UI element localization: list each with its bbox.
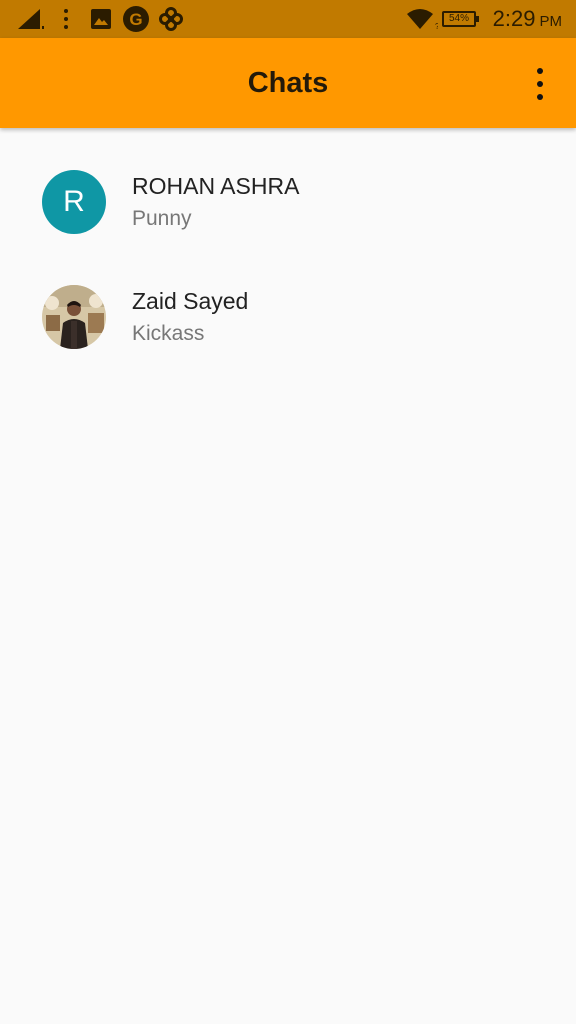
status-bar: G ? 54% 2:29 PM bbox=[0, 0, 576, 38]
battery-level: 54% bbox=[448, 13, 469, 24]
chat-name: Zaid Sayed bbox=[132, 288, 249, 314]
more-vert-icon bbox=[62, 0, 70, 38]
wifi-icon: ? bbox=[406, 0, 438, 38]
overflow-menu-icon[interactable] bbox=[530, 68, 550, 100]
chat-list: R ROHAN ASHRA Punny Zaid Sayed Kickass bbox=[0, 128, 576, 358]
avatar-photo bbox=[42, 285, 106, 349]
avatar[interactable] bbox=[42, 285, 106, 349]
overflow-dot bbox=[537, 94, 543, 100]
chat-subtitle: Kickass bbox=[132, 322, 205, 345]
google-icon: G bbox=[122, 0, 150, 38]
chat-item-zaid-sayed[interactable]: Zaid Sayed Kickass bbox=[0, 243, 576, 358]
clock-ampm: PM bbox=[539, 12, 563, 30]
overflow-dot bbox=[537, 81, 543, 87]
battery-icon: 54% bbox=[442, 11, 479, 27]
clock-time: 2:29 bbox=[492, 6, 536, 31]
page-title: Chats bbox=[247, 66, 329, 99]
svg-text:?: ? bbox=[435, 22, 438, 31]
pinwheel-icon bbox=[158, 0, 184, 38]
avatar[interactable]: R bbox=[42, 170, 106, 234]
image-icon bbox=[90, 0, 112, 38]
clock: 2:29 PM bbox=[493, 0, 562, 38]
chat-subtitle: Punny bbox=[132, 207, 192, 230]
app-bar: Chats bbox=[0, 38, 576, 128]
chat-item-rohan-ashra[interactable]: R ROHAN ASHRA Punny bbox=[0, 128, 576, 243]
overflow-dot bbox=[537, 68, 543, 74]
avatar-letter: R bbox=[63, 185, 85, 218]
signal-icon bbox=[16, 0, 46, 38]
chat-name: ROHAN ASHRA bbox=[132, 173, 300, 199]
svg-text:G: G bbox=[129, 10, 142, 29]
